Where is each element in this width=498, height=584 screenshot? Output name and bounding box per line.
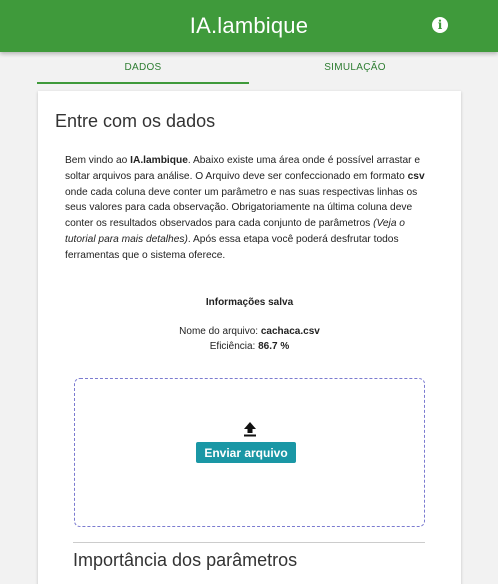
intro-brand: IA.lambique <box>130 155 188 166</box>
tab-bar: DADOS SIMULAÇÃO <box>37 52 461 84</box>
saved-info: Informações salva Nome do arquivo: cacha… <box>38 295 461 354</box>
file-name-value: cachaca.csv <box>260 326 320 337</box>
file-dropzone[interactable]: Enviar arquivo <box>74 378 425 527</box>
saved-info-heading: Informações salva <box>205 297 294 308</box>
section-divider <box>73 542 425 543</box>
upload-button[interactable]: Enviar arquivo <box>196 442 296 463</box>
file-name-row: Nome do arquivo: cachaca.csv <box>38 324 461 339</box>
efficiency-value: 86.7 % <box>258 341 290 352</box>
intro-format: csv <box>407 170 425 182</box>
intro-part-1: Bem vindo ao <box>65 155 131 166</box>
intro-part-3: onde cada coluna deve conter um parâmetr… <box>65 186 418 230</box>
data-card: Entre com os dados Bem vindo ao IA.lambi… <box>38 91 461 584</box>
card-title: Entre com os dados <box>55 111 216 131</box>
info-icon[interactable]: i <box>432 17 448 33</box>
app-title: IA.lambique <box>189 13 309 38</box>
intro-text: Bem vindo ao IA.lambique. Abaixo existe … <box>65 153 437 264</box>
efficiency-row: Eficiência: 86.7 % <box>38 339 461 354</box>
app-bar: IA.lambique i <box>0 0 498 52</box>
efficiency-label: Eficiência: <box>209 341 259 352</box>
upload-icon <box>244 422 256 437</box>
tab-simulacao[interactable]: SIMULAÇÃO <box>249 52 461 84</box>
importance-title: Importância dos parâmetros <box>73 550 298 570</box>
tab-dados[interactable]: DADOS <box>37 52 249 84</box>
file-name-label: Nome do arquivo: <box>179 326 261 337</box>
